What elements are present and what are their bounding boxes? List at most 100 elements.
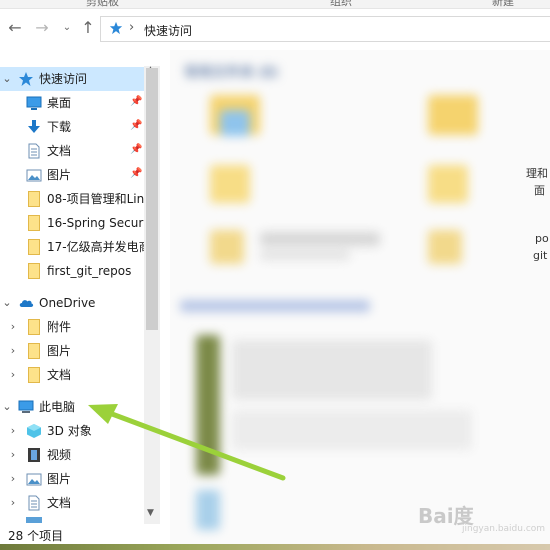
- expand-chevron-icon[interactable]: ⌄: [2, 72, 12, 86]
- breadcrumb-separator-icon: ›: [129, 20, 135, 35]
- text-line: [260, 232, 380, 246]
- item-count: 28 个项目: [8, 529, 64, 543]
- nav-label: 文档: [47, 368, 72, 382]
- nav-label: 17-亿级高并发电商: [47, 240, 151, 254]
- expand-chevron-icon[interactable]: ›: [8, 424, 18, 438]
- drive-icon: [26, 517, 42, 523]
- navigation-bar: ← → ⌄ ↑ › 快速访问: [0, 9, 550, 47]
- scroll-down-arrow-icon[interactable]: ▼: [147, 508, 154, 518]
- nav-item-folder-08[interactable]: 08-项目管理和Lin: [0, 187, 144, 211]
- nav-label: 桌面: [47, 96, 72, 110]
- nav-item-first-git-repos[interactable]: first_git_repos: [0, 259, 144, 283]
- address-bar[interactable]: › 快速访问: [100, 16, 550, 42]
- expand-chevron-icon[interactable]: ›: [8, 472, 18, 486]
- folder-tile: [210, 230, 244, 264]
- nav-label: 视频: [47, 448, 72, 462]
- nav-label: 快速访问: [39, 72, 88, 86]
- thumbnail: [196, 490, 220, 530]
- pin-icon: 📌: [130, 96, 143, 107]
- nav-item-downloads[interactable]: 下载 📌: [0, 115, 144, 139]
- nav-item-this-pc[interactable]: ⌄ 此电脑: [0, 395, 144, 419]
- nav-item-pictures[interactable]: 图片 📌: [0, 163, 144, 187]
- content-area: 常用文件夹 (8) 理和 面 po git: [170, 50, 550, 544]
- cube-icon: [27, 424, 41, 438]
- text-block: [232, 340, 432, 400]
- nav-item-onedrive-attachments[interactable]: › 附件: [0, 315, 144, 339]
- expand-chevron-icon[interactable]: ⌄: [2, 400, 12, 414]
- folder-icon: [28, 191, 40, 207]
- nav-label: 3D 对象: [47, 424, 92, 438]
- clipped-text: 面: [534, 184, 545, 197]
- expand-chevron-icon[interactable]: ›: [8, 448, 18, 462]
- nav-label: 此电脑: [39, 400, 76, 414]
- folder-tile: [428, 95, 478, 135]
- film-icon: [28, 448, 40, 462]
- nav-label: 图片: [47, 168, 72, 182]
- star-icon: [19, 72, 33, 86]
- nav-item-partial[interactable]: [0, 515, 144, 524]
- nav-item-onedrive[interactable]: ⌄ OneDrive: [0, 291, 144, 315]
- up-arrow-icon[interactable]: ↑: [79, 19, 97, 37]
- ribbon-group-organize: 组织: [330, 0, 352, 8]
- clipped-text: git: [533, 249, 548, 262]
- forward-arrow-icon[interactable]: →: [33, 19, 51, 37]
- nav-label: OneDrive: [39, 296, 96, 310]
- nav-label: 文档: [47, 496, 72, 510]
- clipped-text: po: [535, 232, 549, 245]
- clipped-text: 理和: [526, 167, 548, 180]
- nav-item-onedrive-documents[interactable]: › 文档: [0, 363, 144, 387]
- nav-pane-scrollbar[interactable]: ▲ ▼: [144, 65, 160, 524]
- pin-icon: 📌: [130, 168, 143, 179]
- ribbon-group-clipboard: 剪贴板: [86, 0, 119, 8]
- picture-icon: [26, 473, 42, 486]
- folder-tile: [428, 165, 468, 203]
- nav-item-folder-17[interactable]: 17-亿级高并发电商: [0, 235, 151, 259]
- desktop-background-strip: [0, 544, 550, 550]
- nav-item-quick-access[interactable]: ⌄ 快速访问: [0, 67, 144, 91]
- folder-icon: [28, 215, 40, 231]
- baidu-watermark: Bai度 jingyan.baidu.com: [418, 504, 546, 534]
- thumbnail: [196, 335, 220, 475]
- status-bar: 28 个项目: [0, 524, 170, 544]
- nav-item-videos[interactable]: › 视频: [0, 443, 144, 467]
- nav-label: 文档: [47, 144, 72, 158]
- nav-label: 图片: [47, 472, 72, 486]
- blurred-content: 常用文件夹 (8): [170, 50, 550, 544]
- picture-icon: [26, 169, 42, 182]
- ribbon-strip: 剪贴板 组织 新建: [0, 0, 550, 9]
- folder-icon: [28, 263, 40, 279]
- star-pin-icon: [109, 21, 123, 35]
- expand-chevron-icon[interactable]: ›: [8, 496, 18, 510]
- expand-chevron-icon[interactable]: ›: [8, 320, 18, 334]
- scrollbar-thumb[interactable]: [146, 68, 158, 330]
- nav-item-desktop[interactable]: 桌面 📌: [0, 91, 144, 115]
- cloud-icon: [19, 300, 34, 307]
- recent-locations-chevron-icon[interactable]: ⌄: [58, 19, 76, 37]
- nav-item-pc-pictures[interactable]: › 图片: [0, 467, 144, 491]
- content-heading: 常用文件夹 (8): [184, 65, 279, 81]
- nav-item-documents[interactable]: 文档 📌: [0, 139, 144, 163]
- nav-item-3d-objects[interactable]: › 3D 对象: [0, 419, 144, 443]
- ribbon-group-new: 新建: [492, 0, 514, 8]
- section-heading: [180, 300, 370, 312]
- folder-tile: [428, 230, 462, 264]
- navigation-pane: ⌄ 快速访问 桌面 📌 下载 📌 文档 📌 图片 📌 08-项目管理和Lin 1…: [0, 66, 160, 524]
- folder-icon: [28, 343, 40, 359]
- expand-chevron-icon[interactable]: ›: [8, 344, 18, 358]
- nav-item-pc-documents[interactable]: › 文档: [0, 491, 144, 515]
- expand-chevron-icon[interactable]: ›: [8, 368, 18, 382]
- nav-item-onedrive-pictures[interactable]: › 图片: [0, 339, 144, 363]
- text-block: [232, 410, 472, 450]
- computer-icon: [18, 400, 34, 413]
- folder-icon: [28, 239, 40, 255]
- back-arrow-icon[interactable]: ←: [6, 19, 24, 37]
- text-line: [260, 250, 350, 260]
- document-icon: [28, 143, 40, 159]
- nav-item-folder-16[interactable]: 16-Spring Securi: [0, 211, 147, 235]
- breadcrumb-quick-access[interactable]: 快速访问: [144, 22, 192, 39]
- document-icon: [28, 495, 40, 511]
- folder-icon: [28, 367, 40, 383]
- expand-chevron-icon[interactable]: ⌄: [2, 296, 12, 310]
- nav-label: 附件: [47, 320, 72, 334]
- nav-label: 16-Spring Securi: [47, 216, 147, 230]
